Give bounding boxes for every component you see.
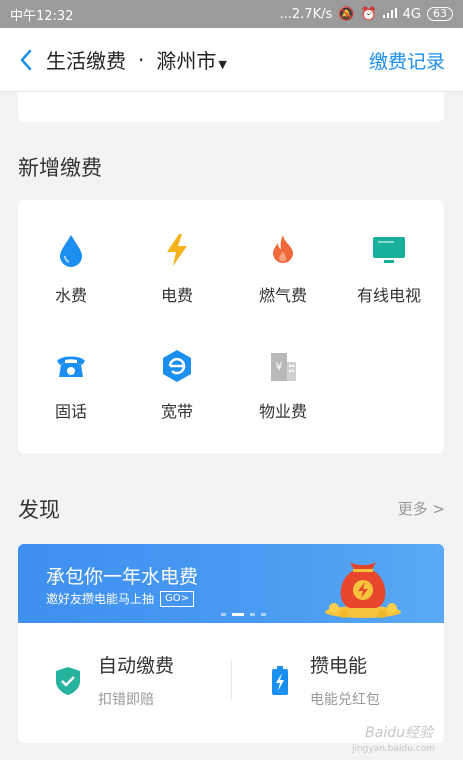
flame-icon xyxy=(269,230,297,270)
water-drop-icon xyxy=(57,230,85,270)
svg-text:¥: ¥ xyxy=(276,360,283,373)
watermark: Baidu经验 xyxy=(365,725,433,741)
signal-icon xyxy=(382,7,397,22)
broadband-icon xyxy=(161,346,193,386)
grid-item-label: 固话 xyxy=(54,402,87,421)
nav-bar: 生活缴费 · 滁州市 ▼ 缴费记录 xyxy=(0,28,463,92)
nav-title-group: 生活缴费 · 滁州市 ▼ xyxy=(46,45,227,74)
city-selector[interactable]: 滁州市 ▼ xyxy=(156,45,226,74)
pagination-dot-active[interactable] xyxy=(232,613,244,616)
service-title: 自动缴费 xyxy=(98,655,175,677)
new-payment-grid: 水费 电费 燃气费 有线电视 固话 宽带 ¥ 物业费 xyxy=(18,200,444,453)
mute-icon: 🔕 xyxy=(338,6,355,22)
status-indicators: ...2.7K/s 🔕 ⏰ 4G 63 xyxy=(280,7,453,22)
status-time: 中午12:32 xyxy=(10,8,74,24)
network-speed: ...2.7K/s xyxy=(279,6,333,22)
service-save-energy[interactable]: 攒电能 电能兑红包 xyxy=(250,651,440,711)
previous-card xyxy=(18,92,444,122)
grid-item-broadband[interactable]: 宽带 xyxy=(124,346,230,436)
pagination-dot[interactable] xyxy=(221,613,226,616)
telephone-icon xyxy=(55,346,87,386)
more-link[interactable]: 更多 > xyxy=(398,498,445,519)
city-name: 滁州市 xyxy=(156,49,217,73)
new-payment-title: 新增缴费 xyxy=(18,156,102,180)
network-type: 4G xyxy=(402,6,421,22)
watermark-url: jingyan.baidu.com xyxy=(351,744,435,754)
status-bar: 中午12:32 ...2.7K/s 🔕 ⏰ 4G 63 xyxy=(0,0,463,28)
grid-item-water[interactable]: 水费 xyxy=(18,230,124,320)
service-subtitle: 电能兑红包 xyxy=(310,692,380,708)
service-divider xyxy=(231,661,232,699)
payment-history-link[interactable]: 缴费记录 xyxy=(369,28,445,92)
page-title: 生活缴费 xyxy=(46,49,126,73)
banner-go-tag: GO> xyxy=(160,590,195,607)
grid-item-property[interactable]: ¥ 物业费 xyxy=(230,346,336,436)
grid-item-label: 物业费 xyxy=(258,402,307,421)
battery-indicator: 63 xyxy=(427,7,453,21)
shield-check-icon xyxy=(52,665,84,697)
alarm-icon: ⏰ xyxy=(360,6,377,22)
caret-down-icon: ▼ xyxy=(218,58,227,71)
grid-item-label: 电费 xyxy=(160,286,193,305)
lightning-icon xyxy=(164,230,190,270)
service-auto-pay[interactable]: 自动缴费 扣错即赔 xyxy=(38,651,228,711)
title-separator: · xyxy=(138,47,145,72)
grid-item-gas[interactable]: 燃气费 xyxy=(230,230,336,320)
grid-item-label: 燃气费 xyxy=(258,286,307,305)
money-bag-icon xyxy=(320,548,406,623)
grid-item-landline[interactable]: 固话 xyxy=(18,346,124,436)
back-icon[interactable] xyxy=(6,28,46,92)
pagination-dot[interactable] xyxy=(250,613,255,616)
promo-banner[interactable]: 承包你一年水电费 邀好友攒电能马上抽 GO> xyxy=(18,544,444,623)
grid-item-label: 宽带 xyxy=(160,402,193,421)
grid-item-cable-tv[interactable]: 有线电视 xyxy=(336,230,442,320)
building-icon: ¥ xyxy=(268,346,298,386)
banner-pagination xyxy=(221,613,266,616)
banner-title: 承包你一年水电费 xyxy=(46,566,199,588)
service-subtitle: 扣错即赔 xyxy=(98,692,154,708)
battery-icon xyxy=(264,665,296,697)
grid-item-label: 水费 xyxy=(54,286,87,305)
grid-item-electricity[interactable]: 电费 xyxy=(124,230,230,320)
service-title: 攒电能 xyxy=(310,655,368,677)
grid-item-label: 有线电视 xyxy=(356,286,421,305)
banner-subtitle: 邀好友攒电能马上抽 xyxy=(46,592,155,606)
pagination-dot[interactable] xyxy=(261,613,266,616)
tv-icon xyxy=(372,230,406,270)
discover-title: 发现 xyxy=(18,498,60,522)
banner-subtitle-row: 邀好友攒电能马上抽 GO> xyxy=(46,590,195,607)
